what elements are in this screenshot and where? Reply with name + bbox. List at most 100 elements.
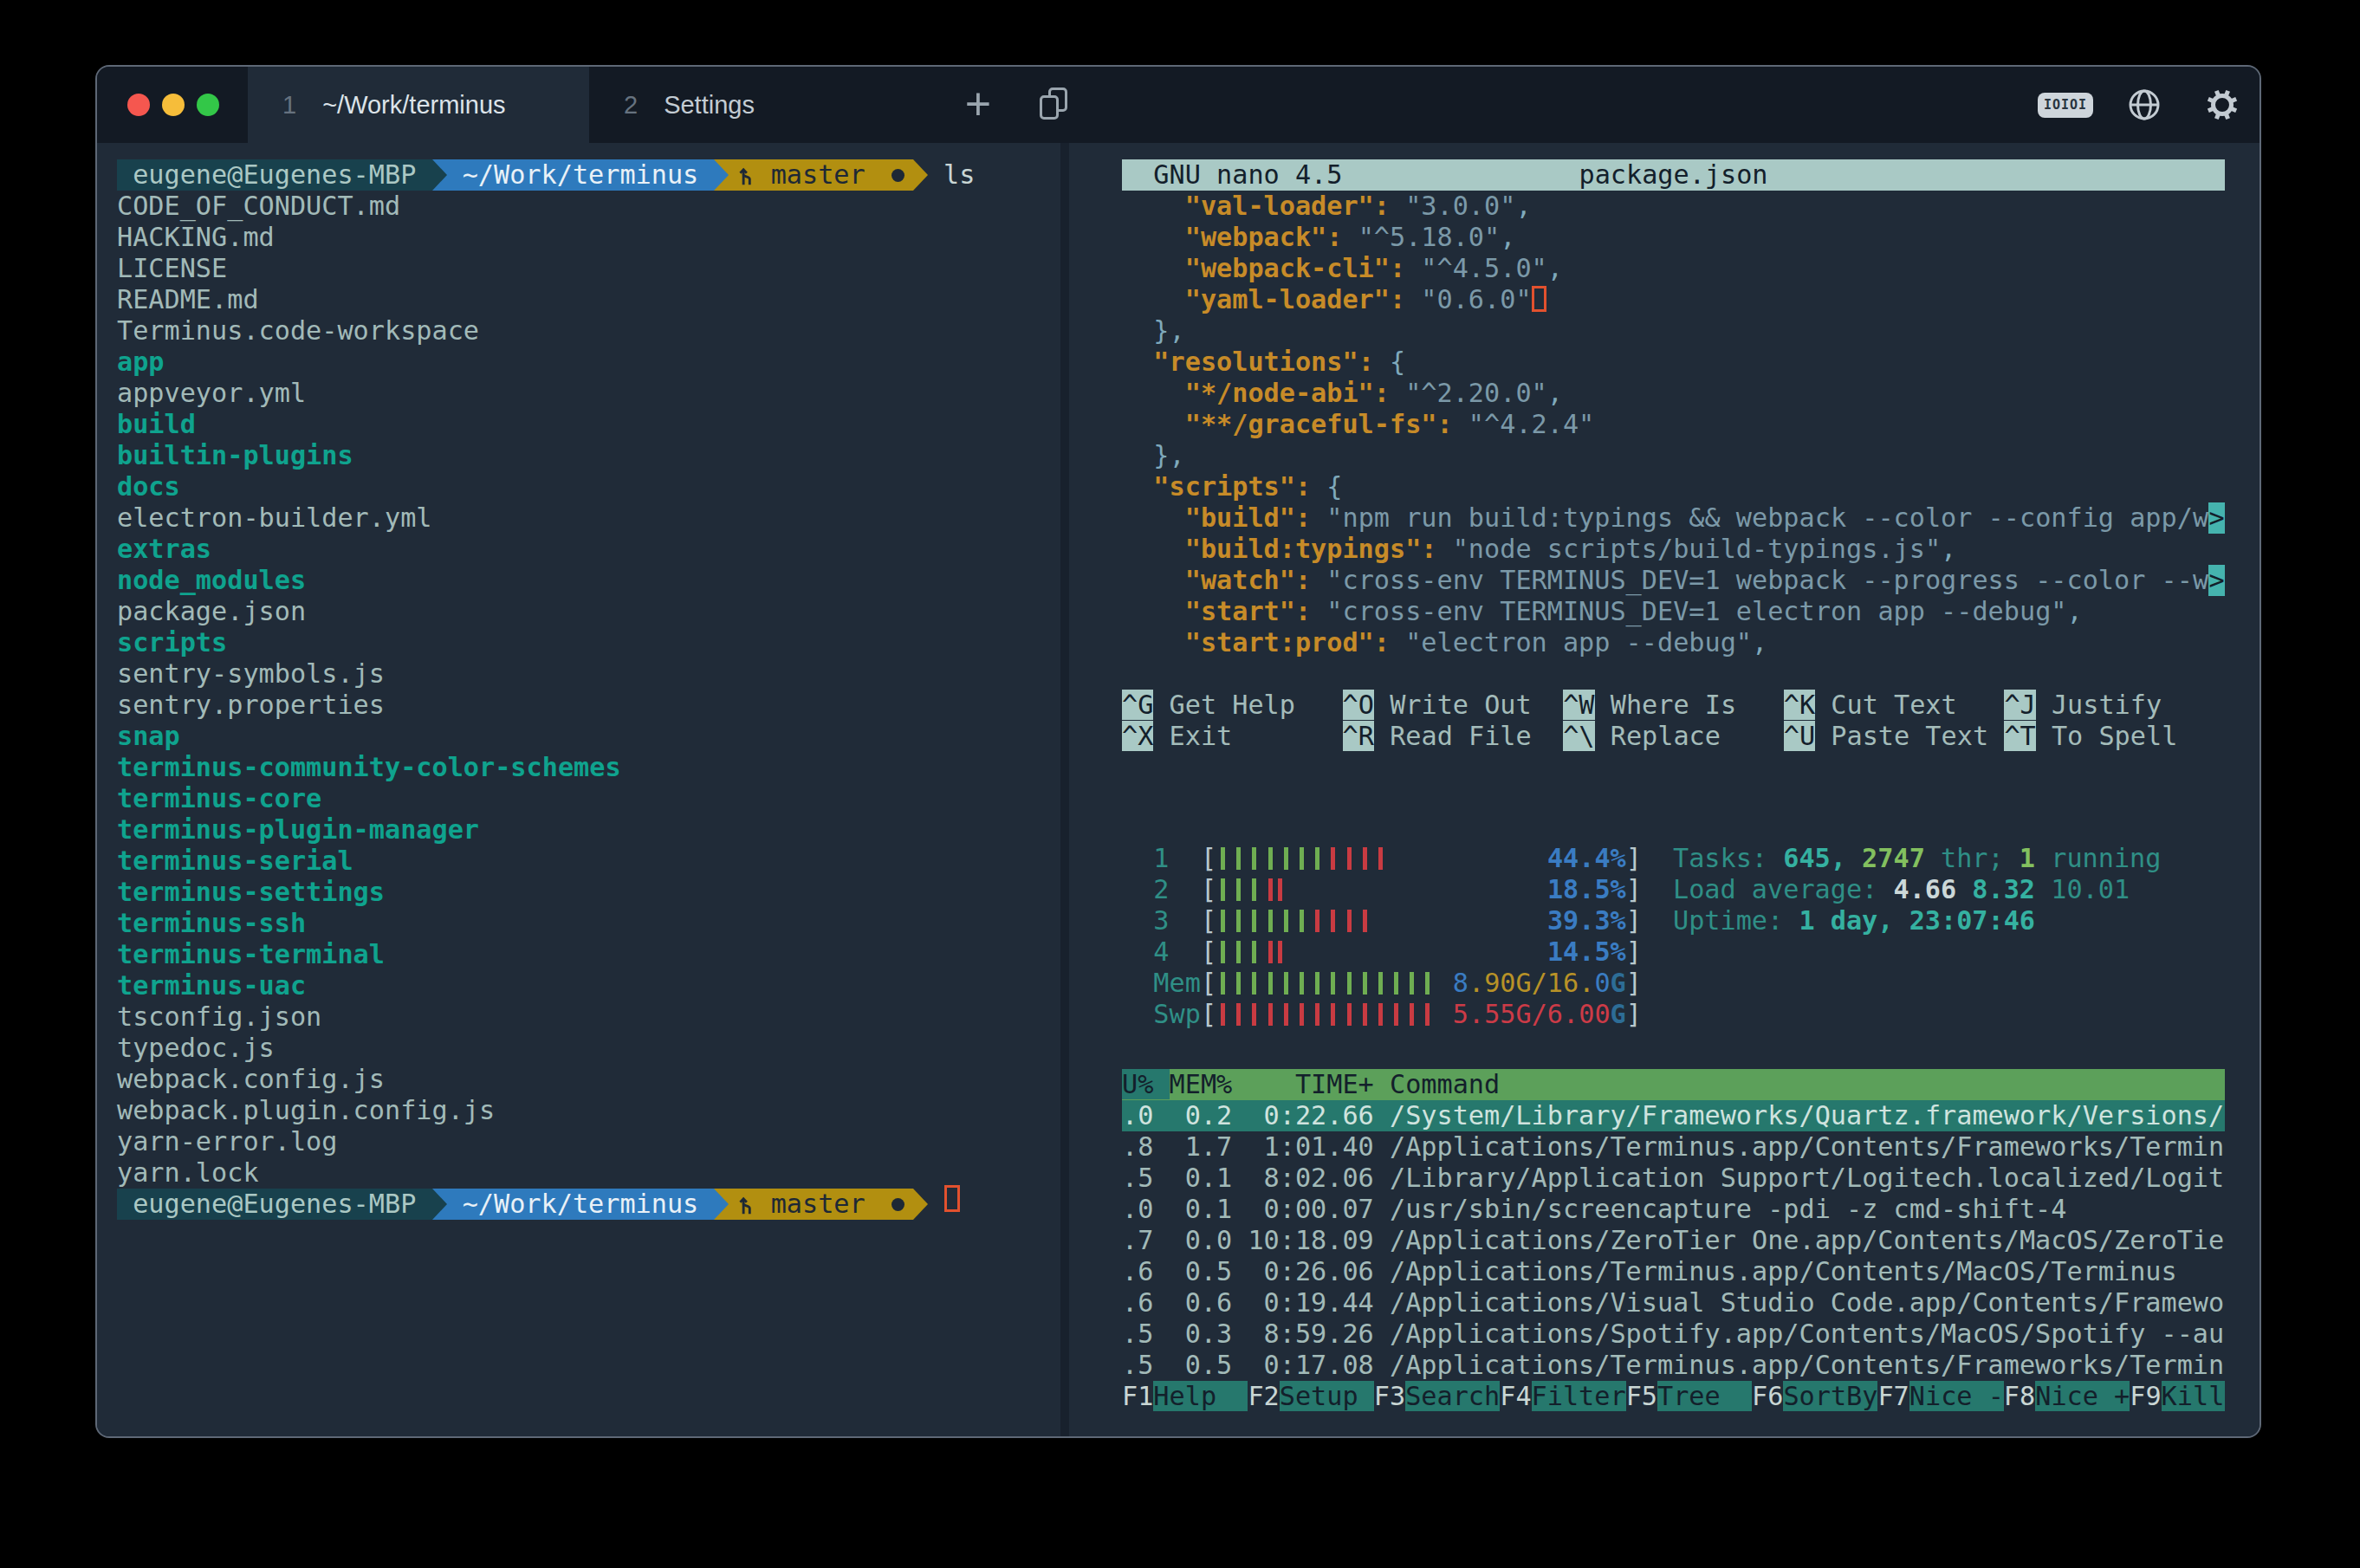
nano-code-line: "start:prod": "electron app --debug", [1122,627,2225,658]
nano-shortcut[interactable]: ^T To Spell [2004,721,2225,752]
process-row[interactable]: .6 0.5 0:26.06 /Applications/Terminus.ap… [1122,1256,2225,1287]
nano-shortcut[interactable]: ^O Write Out [1343,690,1564,721]
file-entry: electron-builder.yml [117,502,975,534]
process-row[interactable]: .8 1.7 1:01.40 /Applications/Terminus.ap… [1122,1131,2225,1163]
nano-header: GNU nano 4.5package.json [1122,159,2225,191]
process-row[interactable]: .7 0.0 10:18.09 /Applications/ZeroTier O… [1122,1225,2225,1256]
file-entry: webpack.plugin.config.js [117,1095,975,1126]
htop-fkey[interactable]: F3Search [1374,1381,1500,1412]
shell-prompt: eugene@Eugenes-MBP ~/Work/terminus maste… [117,1189,975,1220]
file-entry: sentry-symbols.js [117,658,975,690]
dir-entry: terminus-serial [117,846,975,877]
process-row[interactable]: .6 0.6 0:19.44 /Applications/Visual Stud… [1122,1287,2225,1319]
htop-summary-line: Tasks: 645, 2747 thr; 1 running [1673,843,2161,874]
nano-filename: package.json [1122,159,2225,191]
maximize-traffic-light[interactable] [197,94,219,116]
nano-shortcut[interactable]: ^R Read File [1343,721,1564,752]
nano-code-line: "resolutions": { [1122,347,2225,378]
tab-terminal[interactable]: 1 ~/Work/terminus [248,67,589,143]
dir-entry: terminus-terminal [117,939,975,970]
pane-divider[interactable] [1060,143,1069,1436]
tab-bar: 1 ~/Work/terminus 2 Settings + IOIOI [97,67,2260,143]
nano-shortcut[interactable]: ^\ Replace [1563,721,1784,752]
terminal-pane-left[interactable]: eugene@Eugenes-MBP ~/Work/terminus maste… [97,143,1060,1436]
dir-entry: docs [117,471,975,502]
process-row[interactable]: .5 0.5 0:17.08 /Applications/Terminus.ap… [1122,1350,2225,1381]
minimize-traffic-light[interactable] [162,94,185,116]
window-content: eugene@Eugenes-MBP ~/Work/terminus maste… [97,143,2260,1436]
file-entry: Terminus.code-workspace [117,315,975,347]
nano-code-line: "start": "cross-env TERMINUS_DEV=1 elect… [1122,596,2225,627]
file-entry: yarn.lock [117,1157,975,1189]
nano-code-line: "build": "npm run build:typings && webpa… [1122,502,2225,534]
nano-code-line: "watch": "cross-env TERMINUS_DEV=1 webpa… [1122,565,2225,596]
nano-shortcut[interactable]: ^K Cut Text [1784,690,2005,721]
htop-fkey[interactable]: F9Kill [2130,1381,2225,1412]
nano-shortcut[interactable]: ^X Exit [1122,721,1343,752]
serial-port-icon[interactable]: IOIOI [2038,93,2093,118]
nano-code-line: "webpack-cli": "^4.5.0", [1122,253,2225,284]
file-entry: webpack.config.js [117,1064,975,1095]
nano-cursor [1532,286,1546,312]
nano-code-line: }, [1122,440,2225,471]
terminal-cursor [944,1185,960,1212]
line-continues-marker: > [2208,565,2225,596]
htop-summary-line: Load average: 4.66 8.32 10.01 [1673,874,2161,905]
tab-number: 2 [624,91,638,120]
dir-entry: terminus-settings [117,877,975,908]
duplicate-window-icon[interactable] [1038,87,1076,126]
nano-shortcut[interactable]: ^G Get Help [1122,690,1343,721]
htop-table-header[interactable]: U% MEM% TIME+ Command [1122,1069,2225,1100]
line-continues-marker: > [2208,502,2225,534]
process-row[interactable]: .0 0.2 0:22.66 /System/Library/Framework… [1122,1100,2225,1131]
tab-number: 1 [282,91,296,120]
tab-label: Settings [664,91,755,120]
dir-entry: builtin-plugins [117,440,975,471]
gear-icon[interactable] [2203,86,2241,124]
htop-fkey[interactable]: F8Nice + [2004,1381,2130,1412]
nano-shortcut[interactable]: ^U Paste Text [1784,721,2005,752]
tab-settings[interactable]: 2 Settings [589,67,930,143]
process-row[interactable]: .5 0.3 8:59.26 /Applications/Spotify.app… [1122,1319,2225,1350]
globe-icon[interactable] [2125,86,2163,124]
tab-label: ~/Work/terminus [322,91,505,120]
file-entry: package.json [117,596,975,627]
htop-fkey[interactable]: F1Help [1122,1381,1248,1412]
cpu-mem-meter: 4 [14.5%] [1122,936,1642,968]
dir-entry: node_modules [117,565,975,596]
htop-fkey[interactable]: F2Setup [1248,1381,1373,1412]
process-row[interactable]: .5 0.1 8:02.06 /Library/Application Supp… [1122,1163,2225,1194]
cpu-mem-meter: Swp[5.55G/6.00G] [1122,999,1642,1030]
dir-entry: terminus-plugin-manager [117,814,975,846]
htop-fkey[interactable]: F5Tree [1626,1381,1752,1412]
nano-code-line: "*/node-abi": "^2.20.0", [1122,378,2225,409]
htop-summary: Tasks: 645, 2747 thr; 1 runningLoad aver… [1673,843,2161,936]
new-tab-button[interactable]: + [959,84,997,126]
dir-entry: extras [117,534,975,565]
htop-table: U% MEM% TIME+ Command .0 0.2 0:22.66 /Sy… [1122,1069,2225,1412]
file-entry: CODE_OF_CONDUCT.md [117,191,975,222]
nano-editor: GNU nano 4.5package.json "val-loader": "… [1122,159,2225,752]
git-branch-icon [737,1193,755,1216]
shell-prompt: eugene@Eugenes-MBP ~/Work/terminus maste… [117,159,975,191]
dir-entry: snap [117,721,975,752]
htop-fkey[interactable]: F4Filter [1500,1381,1625,1412]
dir-entry: app [117,347,975,378]
nano-code-line: "yaml-loader": "0.6.0" [1122,284,2225,315]
terminal-pane-right[interactable]: GNU nano 4.5package.json "val-loader": "… [1069,143,2260,1436]
file-entry: typedoc.js [117,1033,975,1064]
dir-entry: scripts [117,627,975,658]
nano-shortcut[interactable]: ^J Justify [2004,690,2225,721]
file-entry: yarn-error.log [117,1126,975,1157]
close-traffic-light[interactable] [127,94,150,116]
nano-code-line: "val-loader": "3.0.0", [1122,191,2225,222]
nano-code-line: }, [1122,315,2225,347]
htop-fkey[interactable]: F7Nice - [1877,1381,2003,1412]
nano-code-line: "scripts": { [1122,471,2225,502]
htop-summary-line: Uptime: 1 day, 23:07:46 [1673,905,2161,936]
process-row[interactable]: .0 0.1 0:00.07 /usr/sbin/screencapture -… [1122,1194,2225,1225]
htop-fkey-bar: F1Help F2Setup F3SearchF4FilterF5Tree F6… [1122,1381,2225,1412]
htop-fkey[interactable]: F6SortBy [1752,1381,1877,1412]
nano-shortcut[interactable]: ^W Where Is [1563,690,1784,721]
file-entry: tsconfig.json [117,1001,975,1033]
